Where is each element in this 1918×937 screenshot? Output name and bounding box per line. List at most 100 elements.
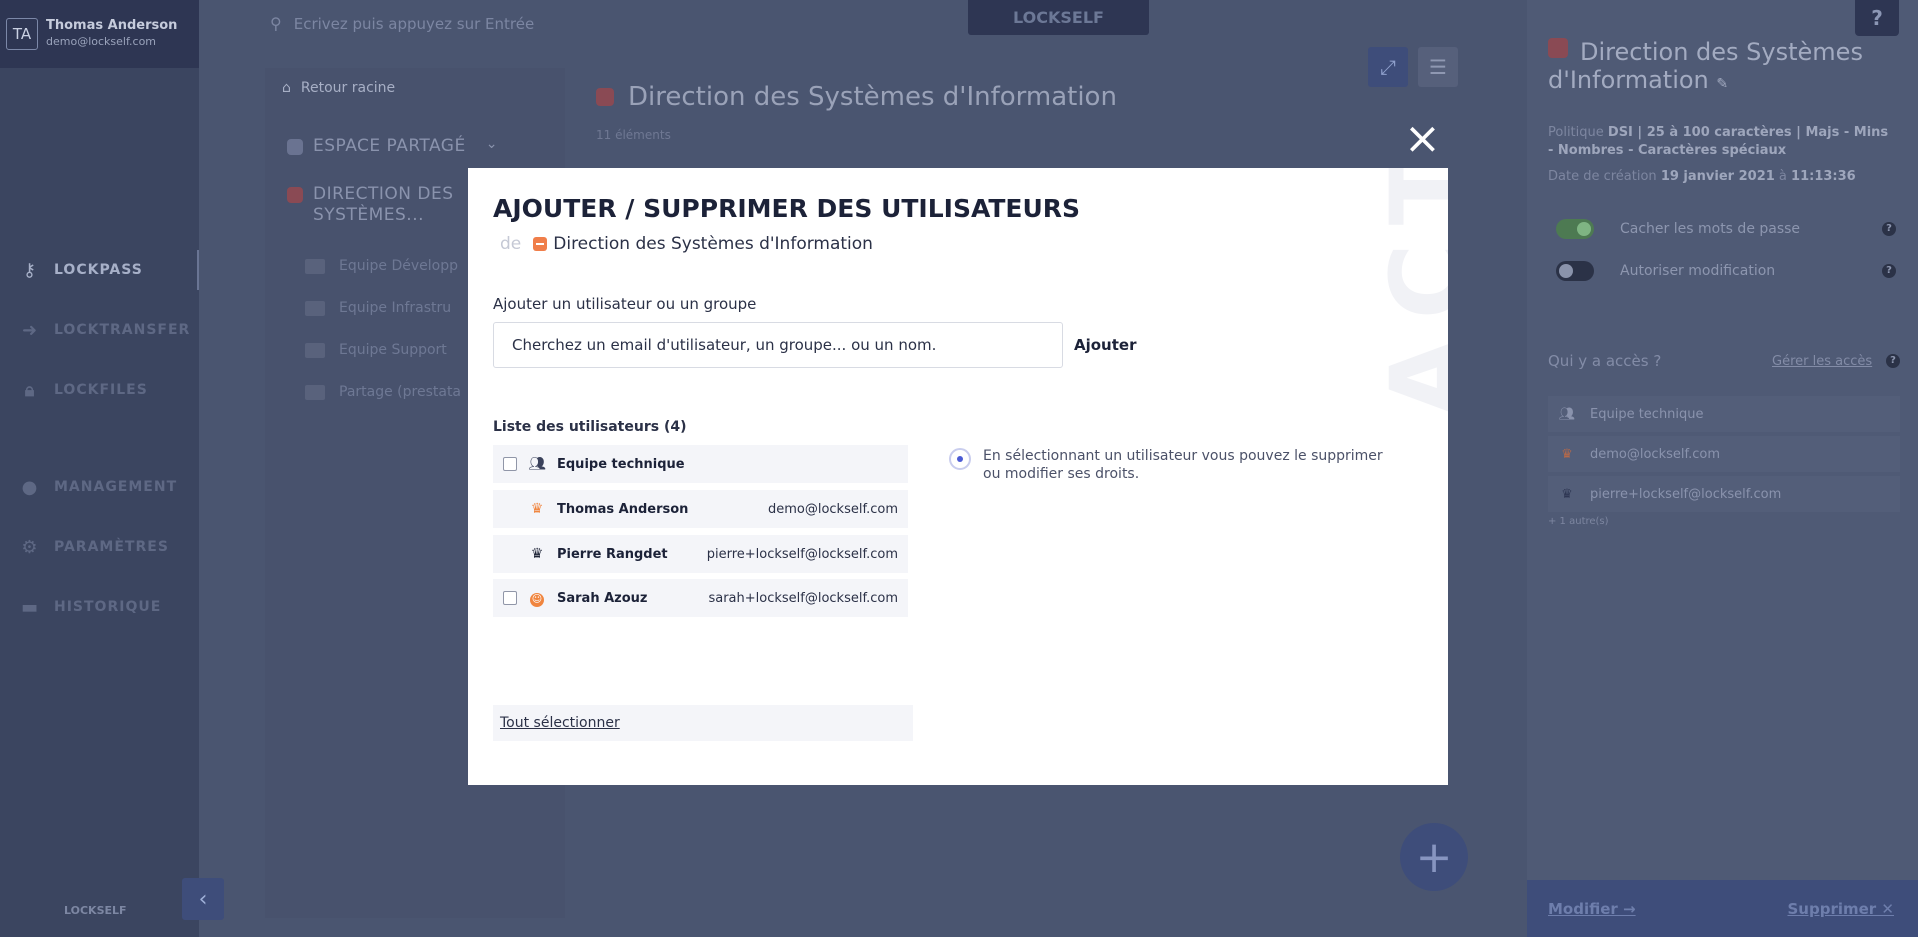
gears-icon: ⚙ — [21, 536, 39, 558]
element-count: 11 éléments — [596, 128, 671, 142]
folder-icon — [305, 342, 325, 358]
tree-section-label: ESPACE PARTAGÉ — [313, 136, 466, 156]
folder-icon — [305, 258, 325, 274]
back-to-root[interactable]: ⌂ Retour racine — [282, 80, 395, 96]
created-label: Date de création — [1548, 169, 1657, 184]
sidebar: TA Thomas Anderson demo@lockself.com ⚷ L… — [0, 0, 199, 937]
smile-icon: ☺ — [530, 592, 544, 607]
question-icon[interactable]: ? — [1882, 222, 1896, 236]
created-line: Date de création 19 janvier 2021 à 11:13… — [1548, 168, 1898, 186]
nav-lockfiles[interactable]: 🔒︎ LOCKFILES — [0, 370, 199, 410]
chevron-down-icon: ⌄ — [485, 136, 498, 152]
access-title: Qui y a accès ? — [1548, 352, 1662, 370]
nav-label: LOCKPASS — [54, 262, 143, 278]
tree-item[interactable]: Equipe Infrastru — [305, 300, 451, 316]
access-item: ♛ pierre+lockself@lockself.com — [1548, 476, 1900, 512]
avatar: TA — [6, 18, 38, 50]
modify-button[interactable]: Modifier → — [1548, 900, 1636, 918]
detail-footer: Modifier → Supprimer ✕ — [1527, 880, 1918, 937]
arrow-right-icon: ➜ — [21, 319, 39, 341]
user-row-name: Equipe technique — [557, 456, 685, 472]
user-profile[interactable]: TA Thomas Anderson demo@lockself.com — [0, 0, 199, 68]
nav-parametres[interactable]: ⚙ PARAMÈTRES — [0, 527, 199, 567]
edit-pencil-icon[interactable]: ✎ — [1716, 76, 1728, 92]
tree-item-label: Equipe Développ — [339, 258, 458, 274]
hide-passwords-toggle[interactable] — [1556, 219, 1594, 239]
nav-label: HISTORIQUE — [54, 599, 162, 615]
tree-dsi[interactable]: DIRECTION DES SYSTÈMES... — [287, 184, 454, 226]
help-button[interactable]: ? — [1855, 0, 1899, 36]
access-header: Qui y a accès ? Gérer les accès ? — [1548, 352, 1900, 370]
access-item-label: pierre+lockself@lockself.com — [1590, 486, 1782, 502]
user-row-name: Sarah Azouz — [557, 590, 648, 606]
close-modal-icon[interactable]: × — [1404, 117, 1441, 161]
home-icon: ⌂ — [282, 80, 291, 96]
nav-management[interactable]: ● MANAGEMENT — [0, 467, 199, 507]
collapse-sidebar-button[interactable]: ‹ — [182, 878, 224, 920]
add-fab-button[interactable]: + — [1400, 823, 1468, 891]
group-icon: 👥︎ — [1558, 406, 1576, 422]
tree-item[interactable]: Partage (prestata — [305, 384, 461, 400]
search-icon: ⚲ — [270, 14, 282, 33]
user-name: Thomas Anderson — [46, 18, 178, 33]
manage-access-link[interactable]: Gérer les accès — [1772, 354, 1872, 369]
back-label: Retour racine — [300, 80, 396, 96]
add-user-label: Ajouter un utilisateur ou un groupe — [493, 295, 757, 313]
detail-title: Direction des Systèmes d'Information ✎ — [1548, 38, 1868, 98]
content-title: Direction des Systèmes d'Information — [596, 82, 1117, 112]
tree-item[interactable]: Equipe Développ — [305, 258, 458, 274]
crown-icon: ♛ — [530, 546, 544, 562]
row-checkbox[interactable] — [503, 591, 517, 605]
list-icon: ☰ — [1429, 55, 1447, 79]
row-checkbox[interactable] — [503, 457, 517, 471]
selection-info: En sélectionnant un utilisateur vous pou… — [949, 447, 1399, 483]
select-all-link[interactable]: Tout sélectionner — [493, 705, 913, 741]
folder-badge-icon — [533, 237, 548, 251]
user-row[interactable]: ♛ Pierre Rangdet pierre+lockself@locksel… — [493, 535, 908, 573]
crown-icon: ♛ — [1561, 446, 1573, 462]
modal-title: AJOUTER / SUPPRIMER DES UTILISATEURS — [493, 194, 1081, 223]
user-row-email: sarah+lockself@lockself.com — [708, 590, 898, 606]
crown-icon: ♛ — [530, 501, 544, 517]
tree-item[interactable]: Equipe Support — [305, 342, 447, 358]
folder-badge-icon — [287, 139, 303, 155]
info-radio-icon — [949, 448, 971, 470]
others-count: + 1 autre(s) — [1548, 516, 1609, 527]
user-row[interactable]: ♛ Thomas Anderson demo@lockself.com — [493, 490, 908, 528]
app-logo: LOCKSELF — [968, 0, 1149, 35]
nav-label: LOCKTRANSFER — [54, 322, 191, 338]
crown-icon: ♛ — [1561, 486, 1573, 502]
key-icon: ⚷ — [22, 259, 38, 281]
user-row[interactable]: 👥︎ Equipe technique — [493, 445, 908, 483]
selection-info-text: En sélectionnant un utilisateur vous pou… — [983, 448, 1383, 482]
expand-view-button[interactable]: ⤢ — [1368, 47, 1408, 87]
lock-icon: 🔒︎ — [24, 379, 36, 401]
user-row[interactable]: ☺ Sarah Azouz sarah+lockself@lockself.co… — [493, 579, 908, 617]
toggle-label: Autoriser modification — [1620, 263, 1776, 279]
tree-dsi-label-1: DIRECTION DES — [313, 184, 454, 204]
tree-shared-space[interactable]: ESPACE PARTAGÉ ⌄ — [287, 136, 498, 156]
user-search-placeholder: Cherchez un email d'utilisateur, un grou… — [512, 336, 937, 354]
allow-modification-toggle[interactable] — [1556, 261, 1594, 281]
search-placeholder: Ecrivez puis appuyez sur Entrée — [293, 14, 535, 33]
access-item-label: demo@lockself.com — [1590, 446, 1721, 462]
created-time: 11:13:36 — [1791, 169, 1856, 184]
tree-dsi-label-2: SYSTÈMES... — [313, 205, 425, 225]
question-icon[interactable]: ? — [1886, 354, 1900, 368]
global-search[interactable]: ⚲ Ecrivez puis appuyez sur Entrée — [270, 14, 534, 33]
folder-badge-icon — [596, 88, 614, 106]
tree-item-label: Partage (prestata — [339, 384, 462, 400]
folder-icon — [305, 300, 325, 316]
nav-label: MANAGEMENT — [54, 479, 178, 495]
nav-historique[interactable]: ▬ HISTORIQUE — [0, 587, 199, 627]
nav-locktransfer[interactable]: ➜ LOCKTRANSFER — [0, 310, 199, 350]
add-button[interactable]: Ajouter — [1074, 336, 1136, 354]
user-search-input[interactable]: Cherchez un email d'utilisateur, un grou… — [493, 322, 1063, 368]
hide-passwords-row: Cacher les mots de passe ? — [1556, 219, 1896, 239]
delete-button[interactable]: Supprimer ✕ — [1788, 900, 1895, 918]
list-view-button[interactable]: ☰ — [1418, 47, 1458, 87]
group-icon: 👥︎ — [528, 456, 546, 472]
question-icon[interactable]: ? — [1882, 264, 1896, 278]
nav-lockpass[interactable]: ⚷ LOCKPASS — [0, 250, 199, 290]
user-list-title: Liste des utilisateurs (4) — [493, 419, 687, 435]
